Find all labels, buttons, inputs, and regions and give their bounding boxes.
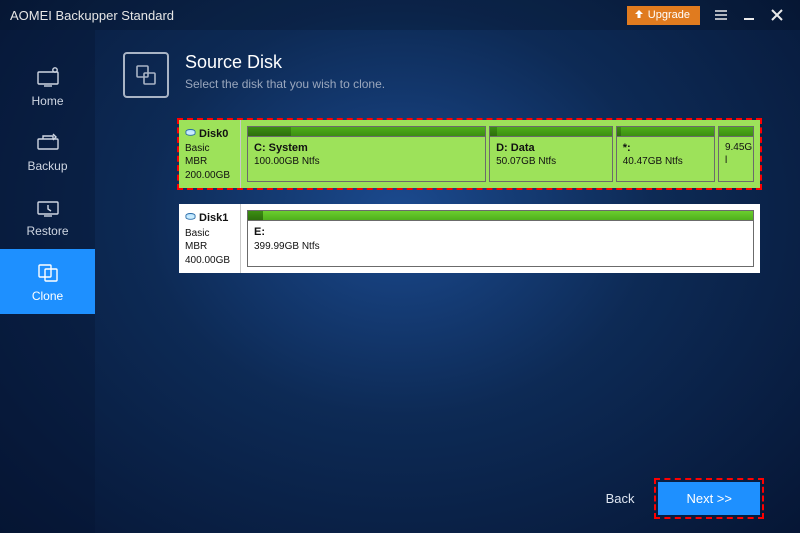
upgrade-button[interactable]: Upgrade (627, 6, 700, 25)
disk-size: 400.00GB (185, 254, 234, 267)
restore-icon (35, 196, 61, 218)
upgrade-arrow-icon (634, 9, 644, 22)
sidebar-label: Restore (26, 224, 68, 238)
disk-size: 200.00GB (185, 169, 234, 182)
partition-capacity: 50.07GB Ntfs (496, 155, 606, 168)
partition[interactable]: *:40.47GB Ntfs (616, 126, 715, 182)
minimize-icon[interactable] (742, 6, 756, 24)
partition-label: E: (254, 226, 265, 238)
partition[interactable]: D: Data50.07GB Ntfs (489, 126, 613, 182)
partition-usage-bar (248, 211, 753, 221)
main: Source Disk Select the disk that you wis… (95, 30, 800, 533)
page-header: Source Disk Select the disk that you wis… (95, 30, 800, 98)
upgrade-label: Upgrade (648, 9, 690, 21)
sidebar-label: Clone (32, 289, 63, 303)
sidebar-item-restore[interactable]: Restore (0, 184, 95, 249)
sidebar-label: Home (31, 94, 63, 108)
page-header-icon (123, 52, 169, 98)
partition[interactable]: C: System100.00GB Ntfs (247, 126, 486, 182)
partition-usage-bar (248, 127, 485, 137)
disk-row[interactable]: Disk0 Basic MBR 200.00GB C: System100.00… (179, 120, 760, 188)
home-icon (35, 66, 61, 88)
disk-info: Disk0 Basic MBR 200.00GB (179, 120, 241, 188)
disk-row[interactable]: Disk1 Basic MBR 400.00GB E: 399.99GB Ntfs (179, 204, 760, 272)
disk-list: Disk0 Basic MBR 200.00GB C: System100.00… (179, 120, 760, 273)
menu-icon[interactable] (712, 6, 730, 24)
partition-label: *: (623, 142, 631, 154)
sidebar: Home Backup Restore Clone (0, 30, 95, 533)
partition[interactable]: E: 399.99GB Ntfs (247, 210, 754, 266)
partition-capacity: 399.99GB Ntfs (254, 240, 747, 253)
partition-usage-bar (719, 127, 753, 137)
sidebar-item-clone[interactable]: Clone (0, 249, 95, 314)
titlebar: AOMEI Backupper Standard Upgrade (0, 0, 800, 30)
clone-icon (35, 261, 61, 283)
page-subtitle: Select the disk that you wish to clone. (185, 77, 385, 91)
disk-name: Disk0 (199, 127, 228, 141)
partitions: C: System100.00GB Ntfs D: Data50.07GB Nt… (241, 120, 760, 188)
partitions: E: 399.99GB Ntfs (241, 204, 760, 272)
partition[interactable]: 9.45GB l (718, 126, 754, 182)
backup-icon (35, 131, 61, 153)
back-button[interactable]: Back (596, 485, 645, 512)
disk-name: Disk1 (199, 211, 228, 225)
disk-icon (185, 210, 196, 225)
partition-label: D: Data (496, 142, 535, 154)
disk-info: Disk1 Basic MBR 400.00GB (179, 204, 241, 272)
app-title: AOMEI Backupper Standard (10, 8, 627, 23)
sidebar-item-backup[interactable]: Backup (0, 119, 95, 184)
partition-capacity: 40.47GB Ntfs (623, 155, 708, 168)
disk-icon (185, 126, 196, 141)
sidebar-item-home[interactable]: Home (0, 54, 95, 119)
footer: Back Next >> (596, 482, 760, 515)
partition-usage-bar (617, 127, 714, 137)
partition-capacity: 9.45GB l (725, 141, 747, 167)
disk-type: Basic MBR (185, 227, 234, 253)
partition-label: C: System (254, 142, 308, 154)
next-button[interactable]: Next >> (658, 482, 760, 515)
sidebar-label: Backup (27, 159, 67, 173)
window: AOMEI Backupper Standard Upgrade Home Ba… (0, 0, 800, 533)
close-icon[interactable] (768, 6, 786, 24)
partition-capacity: 100.00GB Ntfs (254, 155, 479, 168)
partition-usage-bar (490, 127, 612, 137)
disk-type: Basic MBR (185, 142, 234, 168)
page-title: Source Disk (185, 52, 385, 73)
